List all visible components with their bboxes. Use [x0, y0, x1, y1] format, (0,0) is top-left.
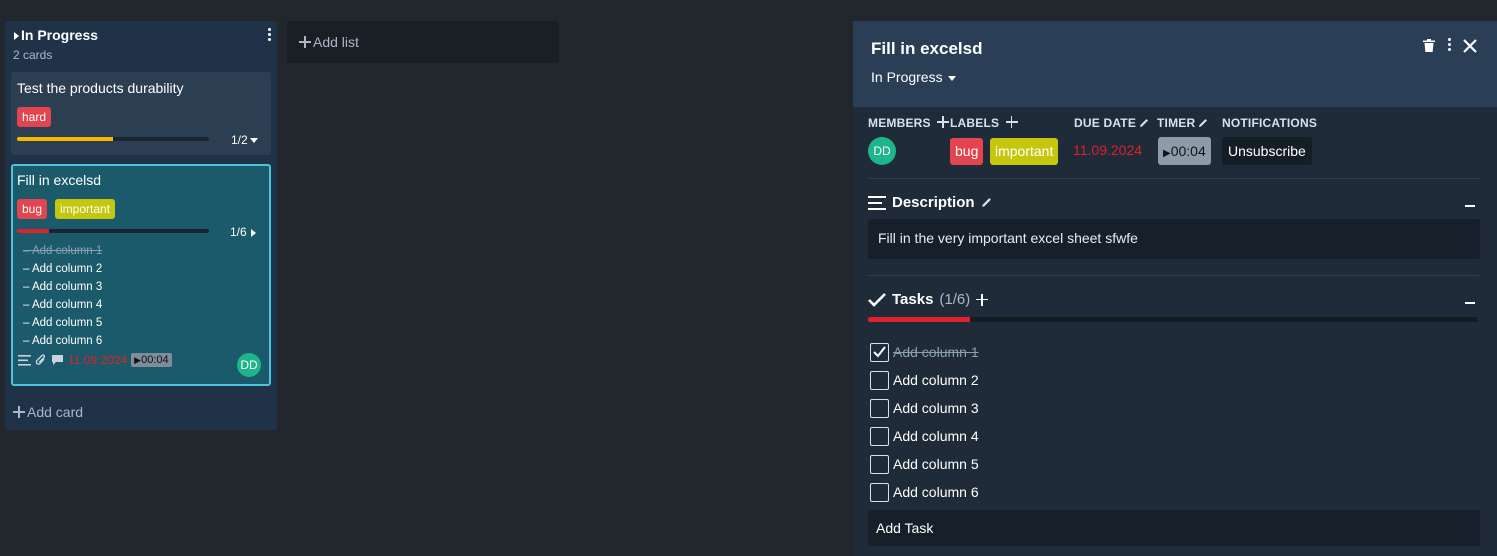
add-label-icon[interactable]	[1005, 116, 1018, 128]
add-card-button[interactable]: Add card	[13, 404, 83, 420]
label-important: important	[55, 199, 116, 219]
task-label: Add column 1	[893, 344, 979, 360]
collapse-description-icon[interactable]	[1465, 205, 1475, 207]
plus-icon	[13, 406, 25, 418]
task-checkbox[interactable]	[870, 398, 889, 418]
add-task-icon[interactable]	[976, 293, 989, 306]
collapse-tasks-icon[interactable]	[1465, 302, 1475, 304]
task-label: Add column 5	[893, 456, 979, 472]
tasks-progress-fill	[868, 317, 970, 322]
status-dropdown[interactable]: In Progress	[871, 69, 957, 85]
description-heading: Description	[868, 194, 992, 211]
label-important[interactable]: important	[990, 138, 1059, 165]
card-test-products-durability[interactable]: Test the products durability hard 1/2	[11, 72, 271, 155]
card-progress-bar	[17, 229, 209, 233]
label-bug: bug	[17, 199, 48, 219]
task-checkbox-checked[interactable]	[870, 342, 889, 362]
description-icon	[18, 354, 31, 366]
checkmark-icon	[873, 345, 886, 358]
card-task-item: – Add column 3	[23, 281, 103, 293]
expand-tasks-icon[interactable]	[249, 138, 258, 144]
card-progress-fill	[17, 137, 113, 141]
timer-button[interactable]: ▶00:04	[1158, 137, 1211, 165]
attachment-icon	[35, 353, 46, 365]
tasks-count: (1/6)	[939, 291, 971, 308]
add-member-icon[interactable]	[937, 116, 950, 128]
task-item[interactable]: Add column 6	[870, 482, 979, 502]
task-checkbox[interactable]	[870, 482, 889, 502]
edit-pencil-icon[interactable]	[1198, 118, 1208, 128]
members-label: MEMBERS	[868, 116, 951, 130]
task-item[interactable]: Add column 5	[870, 454, 979, 474]
task-item[interactable]: Add column 4	[870, 426, 979, 446]
task-checkbox[interactable]	[870, 370, 889, 390]
due-date-label: DUE DATE	[1074, 116, 1149, 130]
list-card-count: 2 cards	[13, 48, 53, 62]
top-bar	[0, 0, 1497, 20]
collapse-caret-icon[interactable]	[14, 32, 19, 40]
card-progress-bar	[17, 137, 209, 141]
card-detail-panel: Fill in excelsd In Progress MEMBERS LABE…	[853, 21, 1497, 556]
task-item[interactable]: Add column 2	[870, 370, 979, 390]
collapse-tasks-icon[interactable]	[250, 228, 256, 237]
avatar: DD	[237, 353, 261, 377]
panel-title[interactable]: Fill in excelsd	[871, 39, 983, 59]
task-label: Add column 3	[893, 400, 979, 416]
list-in-progress: In Progress 2 cards Test the products du…	[5, 21, 277, 430]
due-date-value[interactable]: 11.09.2024	[1073, 142, 1142, 158]
card-task-count[interactable]: 1/6	[230, 225, 256, 239]
description-icon	[868, 195, 886, 210]
task-item[interactable]: Add column 3	[870, 398, 979, 418]
list-menu-icon[interactable]	[264, 28, 274, 44]
task-checkbox[interactable]	[870, 426, 889, 446]
list-header[interactable]: In Progress 2 cards	[5, 21, 277, 67]
comment-icon	[52, 355, 63, 365]
list-title[interactable]: In Progress	[21, 27, 98, 43]
labels-label: LABELS	[950, 116, 1020, 130]
task-label: Add column 4	[893, 428, 979, 444]
label-hard: hard	[17, 107, 52, 127]
card-task-item: – Add column 1	[23, 245, 103, 257]
tasks-heading: Tasks (1/6)	[868, 291, 990, 308]
card-fill-in-excelsd[interactable]: Fill in excelsd bug important 1/6 – Add …	[11, 164, 271, 386]
tasks-progress-bar	[868, 317, 1478, 322]
card-task-count[interactable]: 1/2	[231, 133, 258, 147]
divider	[868, 178, 1479, 179]
task-item[interactable]: Add column 1	[870, 342, 979, 362]
notifications-label: NOTIFICATIONS	[1222, 116, 1318, 130]
add-task-input[interactable]: Add Task	[868, 510, 1480, 546]
card-title: Test the products durability	[17, 80, 184, 96]
card-task-item: – Add column 5	[23, 317, 103, 329]
task-checkbox[interactable]	[870, 454, 889, 474]
plus-icon	[299, 36, 311, 48]
chevron-down-icon	[948, 75, 957, 81]
timer-label: TIMER	[1157, 116, 1208, 130]
card-timer[interactable]: ▶00:04	[131, 353, 172, 367]
edit-pencil-icon[interactable]	[1139, 118, 1149, 128]
task-label: Add column 2	[893, 372, 979, 388]
description-text[interactable]: Fill in the very important excel sheet s…	[868, 219, 1480, 259]
more-options-icon[interactable]	[1445, 38, 1453, 53]
label-bug[interactable]: bug	[950, 138, 984, 165]
card-progress-fill	[17, 229, 49, 233]
member-avatar[interactable]: DD	[868, 137, 896, 165]
card-task-item: – Add column 6	[23, 335, 103, 347]
checkmark-icon	[868, 292, 886, 307]
task-label: Add column 6	[893, 484, 979, 500]
divider	[868, 275, 1479, 276]
unsubscribe-button[interactable]: Unsubscribe	[1222, 137, 1312, 165]
edit-pencil-icon[interactable]	[981, 197, 992, 208]
close-icon[interactable]	[1463, 38, 1477, 53]
trash-icon[interactable]	[1423, 39, 1435, 52]
card-footer: 11.09.2024 ▶00:04	[18, 352, 172, 368]
panel-header: Fill in excelsd In Progress	[853, 21, 1497, 107]
card-task-item: – Add column 2	[23, 263, 103, 275]
add-list-button[interactable]: Add list	[287, 21, 559, 63]
card-task-item: – Add column 4	[23, 299, 103, 311]
card-due-date: 11.09.2024	[68, 353, 128, 367]
card-title: Fill in excelsd	[17, 172, 102, 188]
